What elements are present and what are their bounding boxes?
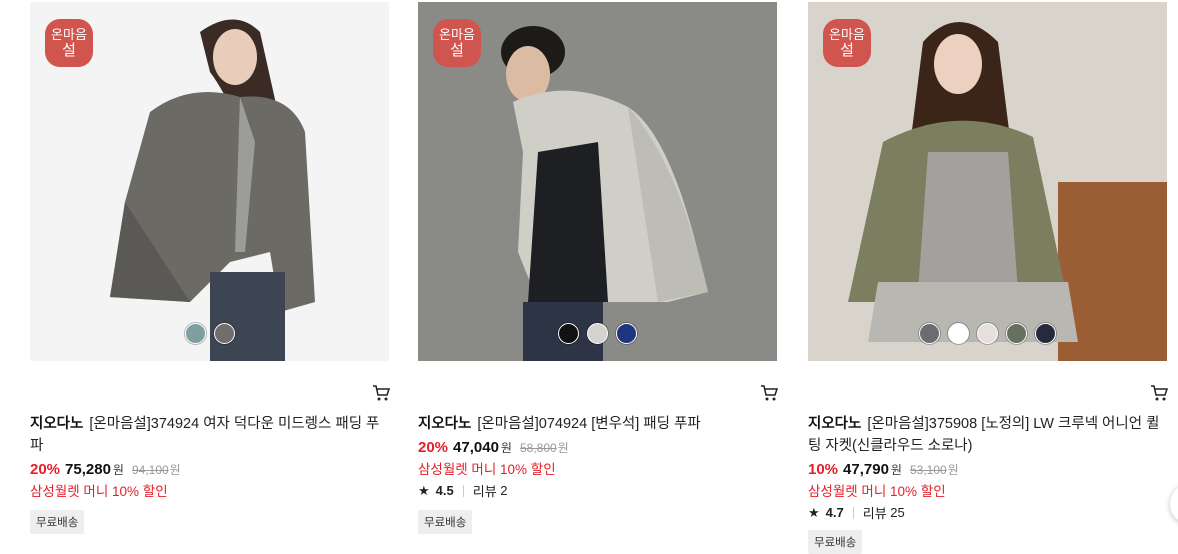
promo-text: 삼성월렛 머니 10% 할인: [30, 484, 168, 499]
brand-name: 지오다노: [418, 416, 472, 432]
discount-rate: 10%: [808, 461, 839, 478]
original-price: 53,100: [909, 463, 947, 477]
free-shipping-tag: 무료배송: [418, 510, 473, 534]
original-price: 58,800: [519, 441, 557, 455]
event-badge: 온마음 설: [433, 19, 481, 67]
rating-score: 4.5: [435, 483, 454, 498]
promo-text: 삼성월렛 머니 10% 할인: [418, 462, 556, 477]
color-swatches: [418, 323, 777, 344]
star-icon: ★: [418, 482, 430, 498]
event-badge: 온마음 설: [45, 19, 93, 67]
cart-icon[interactable]: [1148, 382, 1170, 404]
sale-price: 47,040: [453, 439, 499, 456]
original-price-unit: 원: [557, 441, 569, 455]
badge-line2: 설: [62, 41, 76, 59]
product-name: [온마음설]074924 [변우석] 패딩 푸파: [477, 416, 701, 432]
color-swatch[interactable]: [948, 323, 969, 344]
cart-icon[interactable]: [758, 382, 780, 404]
badge-line1: 온마음: [51, 26, 87, 42]
event-badge: 온마음 설: [823, 19, 871, 67]
discount-rate: 20%: [30, 461, 61, 478]
badge-line2: 설: [840, 41, 854, 59]
color-swatch[interactable]: [213, 323, 235, 344]
product-image[interactable]: 온마음 설: [30, 2, 389, 361]
product-title[interactable]: 지오다노 [온마음설]374924 여자 덕다운 미드렝스 패딩 푸파: [30, 413, 392, 457]
rating-score: 4.7: [825, 505, 844, 520]
color-swatch[interactable]: [616, 323, 637, 344]
color-swatch[interactable]: [1006, 323, 1027, 344]
original-price-unit: 원: [169, 463, 181, 477]
free-shipping-tag: 무료배송: [808, 530, 863, 554]
badge-line1: 온마음: [829, 26, 865, 42]
color-swatch[interactable]: [977, 323, 998, 344]
divider: [462, 484, 464, 497]
price-row: 20% 75,280 원 94,100 원: [30, 461, 181, 478]
review-label: 리뷰: [472, 484, 497, 499]
price-row: 20% 47,040 원 58,800 원: [418, 439, 569, 456]
product-card[interactable]: 온마음 설 지오다노 [온마음설]074924 [변우석] 패딩 푸파 20% 4…: [418, 0, 780, 541]
color-swatch[interactable]: [184, 323, 206, 344]
product-title[interactable]: 지오다노 [온마음설]375908 [노정의] LW 크루넥 어니언 퀼팅 자켓(…: [808, 413, 1170, 457]
review-summary[interactable]: ★ 4.7 리뷰 25: [808, 503, 905, 522]
badge-line2: 설: [450, 41, 464, 59]
product-card[interactable]: 온마음 설 지오다노 [온마음설]374924 여자 덕다운 미드렝스 패딩 푸파…: [30, 0, 392, 541]
cart-icon[interactable]: [370, 382, 392, 404]
price-unit: 원: [500, 441, 512, 455]
promo-text: 삼성월렛 머니 10% 할인: [808, 484, 946, 499]
original-price-unit: 원: [947, 463, 959, 477]
review-label: 리뷰: [862, 506, 887, 521]
price-row: 10% 47,790 원 53,100 원: [808, 461, 959, 478]
review-summary[interactable]: ★ 4.5 리뷰 2: [418, 481, 508, 500]
sale-price: 75,280: [65, 461, 111, 478]
brand-name: 지오다노: [808, 416, 862, 432]
star-icon: ★: [808, 504, 820, 520]
product-image[interactable]: 온마음 설: [418, 2, 777, 361]
review-count: 25: [890, 505, 905, 520]
color-swatch[interactable]: [1035, 323, 1056, 344]
discount-rate: 20%: [418, 439, 449, 456]
price-unit: 원: [890, 463, 902, 477]
product-card[interactable]: 온마음 설 지오다노 [온마음설]375908 [노정의] LW 크루넥 어니언 …: [808, 0, 1170, 554]
free-shipping-tag: 무료배송: [30, 510, 85, 534]
badge-line1: 온마음: [439, 26, 475, 42]
color-swatches: [808, 323, 1167, 344]
color-swatch[interactable]: [919, 323, 940, 344]
sale-price: 47,790: [843, 461, 889, 478]
product-image[interactable]: 온마음 설: [808, 2, 1167, 361]
brand-name: 지오다노: [30, 416, 84, 432]
product-title[interactable]: 지오다노 [온마음설]074924 [변우석] 패딩 푸파: [418, 413, 780, 435]
original-price: 94,100: [131, 463, 169, 477]
carousel-next-button[interactable]: [1170, 484, 1178, 524]
color-swatch[interactable]: [587, 323, 608, 344]
divider: [852, 506, 854, 519]
color-swatches: [30, 323, 389, 344]
color-swatch[interactable]: [558, 323, 579, 344]
price-unit: 원: [112, 463, 124, 477]
review-count: 2: [500, 483, 508, 498]
